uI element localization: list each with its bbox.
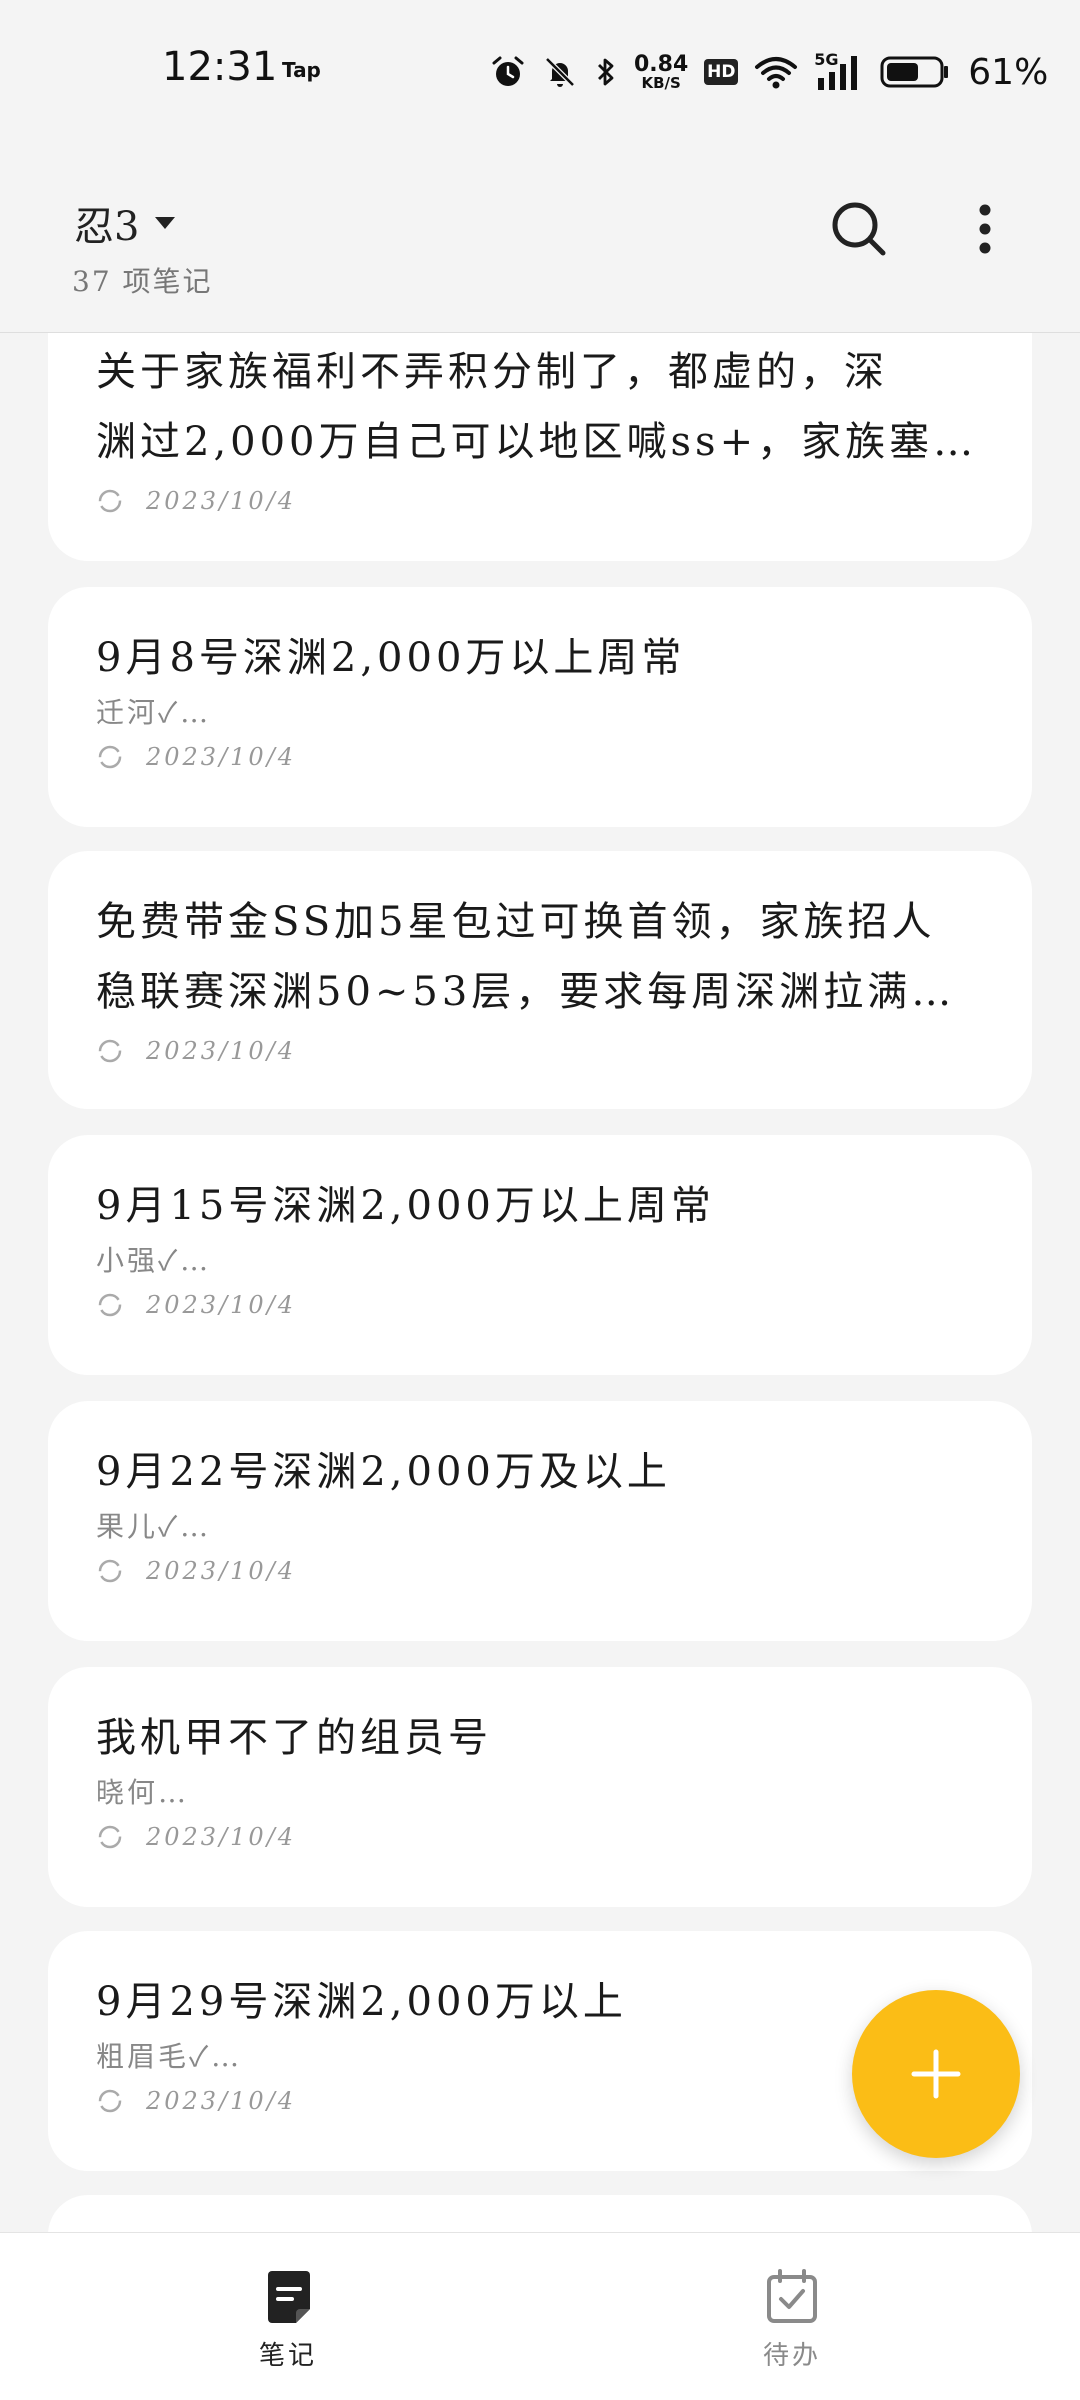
note-card[interactable]: 关于家族福利不弄积分制了，都虚的，深 渊过2,000万自己可以地区喊ss+，家族… <box>48 333 1032 561</box>
sync-icon <box>98 1293 122 1317</box>
note-snippet: 迁河✓… <box>96 696 212 729</box>
status-bar: 12:31 Tap 0.84 KB/S HD 5G 61% <box>0 0 1080 140</box>
cellular-indicator: 5G <box>814 50 864 92</box>
note-card[interactable]: 我机甲不了的组员号 晓何… 2023/10/4 <box>48 1667 1032 1907</box>
note-title: 渊过2,000万自己可以地区喊ss+，家族塞… <box>96 419 978 465</box>
alarm-icon <box>492 56 524 86</box>
note-snippet: 晓何… <box>96 1776 190 1809</box>
search-icon <box>832 202 886 256</box>
note-date: 2023/10/4 <box>146 1291 297 1319</box>
nav-tab-notes[interactable]: 笔记 <box>208 2269 368 2372</box>
note-meta: 2023/10/4 <box>96 1557 984 1585</box>
note-meta: 2023/10/4 <box>96 1037 984 1065</box>
network-speed-value: 0.84 <box>634 51 689 77</box>
more-vertical-icon <box>979 204 991 254</box>
notes-app-screen: 12:31 Tap 0.84 KB/S HD 5G 61% 忍3 37 项笔记 … <box>0 0 1080 2400</box>
sync-icon <box>98 1559 122 1583</box>
note-meta: 2023/10/4 <box>96 1291 984 1319</box>
nav-tab-notes-label: 笔记 <box>258 2341 317 2371</box>
signal-bars-icon <box>818 56 858 90</box>
caret-down-icon <box>155 217 176 229</box>
status-time: 12:31 <box>162 44 278 90</box>
network-speed-unit: KB/S <box>641 73 681 92</box>
note-title: 稳联赛深渊50~53层，要求每周深渊拉满… <box>96 969 956 1015</box>
note-card[interactable]: 9月8号深渊2,000万以上周常 迁河✓… 2023/10/4 <box>48 587 1032 827</box>
add-note-button[interactable] <box>852 1990 1020 2158</box>
note-date: 2023/10/4 <box>146 487 297 515</box>
note-card-partial[interactable] <box>48 2195 1032 2232</box>
note-card[interactable]: 免费带金SS加5星包过可换首领，家族招人 稳联赛深渊50~53层，要求每周深渊拉… <box>48 851 1032 1109</box>
note-meta: 2023/10/4 <box>96 487 984 515</box>
notes-list[interactable]: 关于家族福利不弄积分制了，都虚的，深 渊过2,000万自己可以地区喊ss+，家族… <box>0 333 1080 2232</box>
nav-tab-todo-label: 待办 <box>762 2341 821 2371</box>
hd-badge: HD <box>704 59 739 85</box>
note-title: 9月15号深渊2,000万以上周常 <box>96 1183 715 1229</box>
sync-icon <box>98 1825 122 1849</box>
sync-icon <box>98 1039 122 1063</box>
note-title: 免费带金SS加5星包过可换首领，家族招人 <box>96 899 936 945</box>
note-snippet: 粗眉毛✓… <box>96 2040 243 2073</box>
status-tap-label: Tap <box>282 58 321 82</box>
sync-icon <box>98 489 122 513</box>
note-date: 2023/10/4 <box>146 1823 297 1851</box>
sync-icon <box>98 2089 122 2113</box>
note-date: 2023/10/4 <box>146 2087 297 2115</box>
bottom-navigation: 笔记 待办 <box>0 2232 1080 2400</box>
note-title: 我机甲不了的组员号 <box>96 1715 492 1761</box>
note-date: 2023/10/4 <box>146 1557 297 1585</box>
note-title: 9月29号深渊2,000万以上 <box>96 1979 627 2025</box>
note-card[interactable]: 9月22号深渊2,000万及以上 果儿✓… 2023/10/4 <box>48 1401 1032 1641</box>
note-date: 2023/10/4 <box>146 743 297 771</box>
network-speed: 0.84 KB/S <box>634 51 689 92</box>
plus-icon <box>911 2049 961 2099</box>
more-options-button[interactable] <box>958 192 1012 266</box>
note-snippet: 小强✓… <box>96 1244 212 1277</box>
note-document-icon <box>268 2271 310 2323</box>
note-card[interactable]: 9月15号深渊2,000万以上周常 小强✓… 2023/10/4 <box>48 1135 1032 1375</box>
bluetooth-icon <box>598 58 614 86</box>
wifi-icon <box>755 57 798 89</box>
note-count: 37 项笔记 <box>72 265 213 298</box>
status-icons: 0.84 KB/S HD 5G 61% <box>490 44 1048 100</box>
mute-bell-icon <box>545 57 575 87</box>
note-title: 9月8号深渊2,000万以上周常 <box>96 635 686 681</box>
note-date: 2023/10/4 <box>146 1037 297 1065</box>
app-header: 忍3 37 项笔记 <box>0 140 1080 333</box>
note-meta: 2023/10/4 <box>96 1823 984 1851</box>
note-title: 9月22号深渊2,000万及以上 <box>96 1449 671 1495</box>
note-title: 关于家族福利不弄积分制了，都虚的，深 <box>96 349 888 395</box>
sync-icon <box>98 745 122 769</box>
note-meta: 2023/10/4 <box>96 743 984 771</box>
calendar-check-icon <box>767 2269 817 2323</box>
battery-icon <box>880 56 949 88</box>
battery-percent: 61% <box>968 51 1049 93</box>
folder-name: 忍3 <box>74 204 140 250</box>
note-meta: 2023/10/4 <box>96 2087 984 2115</box>
search-button[interactable] <box>822 192 896 266</box>
note-snippet: 果儿✓… <box>96 1510 212 1543</box>
folder-selector[interactable]: 忍3 <box>74 194 177 252</box>
nav-tab-todo[interactable]: 待办 <box>712 2269 872 2372</box>
